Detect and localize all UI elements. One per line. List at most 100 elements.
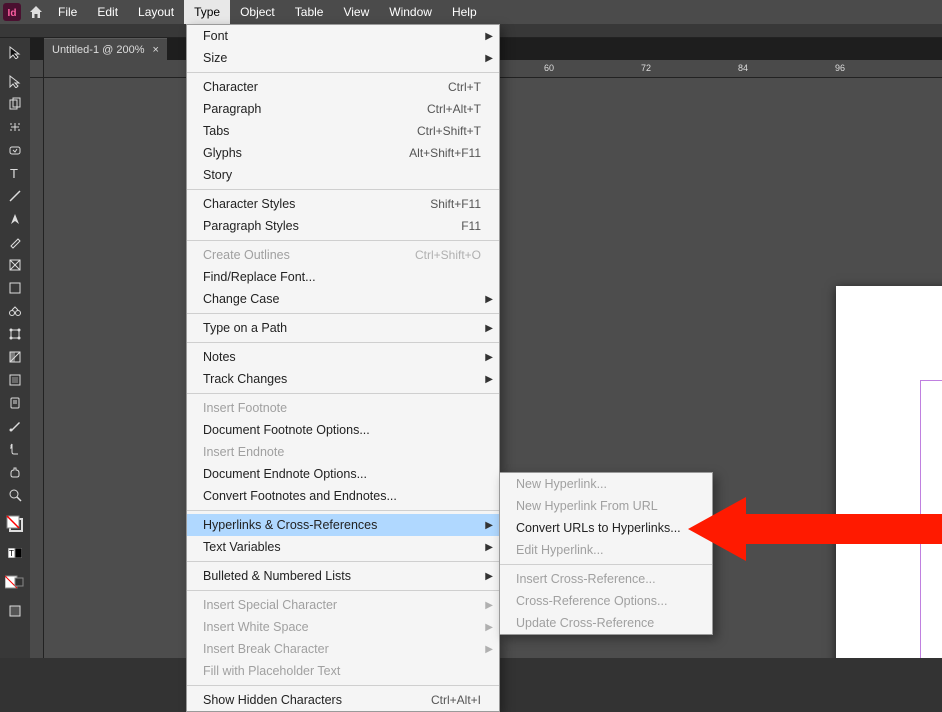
type_menu-item-text-variables[interactable]: Text Variables▶ [187,536,499,558]
type_menu-item-document-endnote-options[interactable]: Document Endnote Options... [187,463,499,485]
menu-item-label: Edit Hyperlink... [516,543,694,557]
type_menu-item-fill-with-placeholder-text: Fill with Placeholder Text [187,660,499,682]
menu-item-label: New Hyperlink From URL [516,499,694,513]
menu-item-label: Insert Cross-Reference... [516,572,694,586]
close-icon[interactable]: × [153,44,159,56]
eyedropper-tool[interactable] [1,414,29,437]
type_menu-item-glyphs[interactable]: GlyphsAlt+Shift+F11 [187,142,499,164]
type_menu-item-bulleted-numbered-lists[interactable]: Bulleted & Numbered Lists▶ [187,565,499,587]
menubar: Id FileEditLayoutTypeObjectTableViewWind… [0,0,942,24]
type_menu-item-notes[interactable]: Notes▶ [187,346,499,368]
home-icon[interactable] [24,0,48,24]
page[interactable] [836,286,942,658]
menu-table[interactable]: Table [285,0,334,24]
hyperlinks-submenu: New Hyperlink... New Hyperlink From URL Co… [499,472,713,635]
type_menu-item-type-on-a-path[interactable]: Type on a Path▶ [187,317,499,339]
menu-window[interactable]: Window [379,0,442,24]
menu-file[interactable]: File [48,0,87,24]
menu-view[interactable]: View [333,0,379,24]
menu-item-label: Paragraph [203,102,397,116]
rectangle-tool[interactable] [1,276,29,299]
type_menu-item-character[interactable]: CharacterCtrl+T [187,76,499,98]
menu-type[interactable]: Type [184,0,230,24]
menu-edit[interactable]: Edit [87,0,128,24]
fill-stroke[interactable] [1,512,29,535]
type_menu-item-show-hidden-characters[interactable]: Show Hidden CharactersCtrl+Alt+I [187,689,499,711]
measure-tool[interactable] [1,437,29,460]
sub_menu-item-insert-cross-reference: Insert Cross-Reference... [500,568,712,590]
document-tab[interactable]: Untitled-1 @ 200% × [44,38,167,60]
menu-item-label: Story [203,168,481,182]
sub_menu-item-new-hyperlink: New Hyperlink... [500,473,712,495]
type-tool[interactable]: T [1,161,29,184]
pen-tool[interactable] [1,207,29,230]
zoom-tool[interactable] [1,483,29,506]
type_menu-item-font[interactable]: Font ▶ [187,25,499,47]
direct-selection-tool[interactable] [1,69,29,92]
menu-item-shortcut: F11 [461,219,481,233]
vertical-ruler [30,78,44,658]
submenu-arrow-icon: ▶ [485,294,493,305]
menu-item-label: Type on a Path [203,321,481,335]
rectangle-frame-tool[interactable] [1,253,29,276]
type_menu-item-document-footnote-options[interactable]: Document Footnote Options... [187,419,499,441]
ruler-origin[interactable] [30,60,44,78]
menu-layout[interactable]: Layout [128,0,184,24]
formatting-affects[interactable] [1,570,29,593]
document-tab-title: Untitled-1 @ 200% [52,44,145,56]
page-tool[interactable] [1,92,29,115]
type_menu-item-insert-endnote: Insert Endnote [187,441,499,463]
screen-mode[interactable] [1,599,29,622]
type_menu-item-hyperlinks-cross-references[interactable]: Hyperlinks & Cross-References▶ [187,514,499,536]
menu-item-label: Notes [203,350,481,364]
hand-tool[interactable] [1,460,29,483]
type_menu-item-size[interactable]: Size▶ [187,47,499,69]
content-collector-tool[interactable] [1,138,29,161]
note-tool[interactable] [1,391,29,414]
type_menu-item-paragraph[interactable]: ParagraphCtrl+Alt+T [187,98,499,120]
type_menu-item-story[interactable]: Story [187,164,499,186]
type_menu-item-convert-footnotes-and-endnotes[interactable]: Convert Footnotes and Endnotes... [187,485,499,507]
type_menu-item-paragraph-styles[interactable]: Paragraph Styles F11 [187,215,499,237]
svg-text:Id: Id [8,8,17,19]
scissors-tool[interactable] [1,299,29,322]
menu-item-label: Convert URLs to Hyperlinks... [516,521,694,535]
menu-item-label: Paragraph Styles [203,219,431,233]
default-fill-stroke[interactable]: T [1,541,29,564]
submenu-arrow-icon: ▶ [485,31,493,42]
menu-item-label: Insert Endnote [203,445,481,459]
type_menu-item-track-changes[interactable]: Track Changes▶ [187,368,499,390]
svg-text:T: T [10,166,18,180]
menu-item-shortcut: Ctrl+Shift+O [415,248,481,262]
menu-help[interactable]: Help [442,0,487,24]
sub_menu-item-convert-urls-to-hyperlinks[interactable]: Convert URLs to Hyperlinks... [500,517,712,539]
submenu-arrow-icon: ▶ [485,374,493,385]
type_menu-item-tabs[interactable]: TabsCtrl+Shift+T [187,120,499,142]
free-transform-tool[interactable] [1,322,29,345]
menu-item-label: Bulleted & Numbered Lists [203,569,481,583]
line-tool[interactable] [1,184,29,207]
selection-tool[interactable] [1,40,29,63]
gradient-feather-tool[interactable] [1,368,29,391]
menu-item-label: Document Endnote Options... [203,467,481,481]
menu-item-label: Find/Replace Font... [203,270,481,284]
type_menu-item-insert-special-character: Insert Special Character▶ [187,594,499,616]
type-menu: Font▶Size▶CharacterCtrl+TParagraphCtrl+A… [186,24,500,712]
gap-tool[interactable] [1,115,29,138]
submenu-arrow-icon: ▶ [485,520,493,531]
menu-item-label: Insert Break Character [203,642,481,656]
menu-item-label: New Hyperlink... [516,477,694,491]
submenu-arrow-icon: ▶ [485,644,493,655]
type_menu-item-character-styles[interactable]: Character StylesShift+F11 [187,193,499,215]
gradient-swatch-tool[interactable] [1,345,29,368]
type_menu-item-change-case[interactable]: Change Case▶ [187,288,499,310]
type_menu-item-find-replace-font[interactable]: Find/Replace Font... [187,266,499,288]
menu-item-label: Insert Footnote [203,401,481,415]
menu-item-label: Font [203,29,481,43]
svg-text:T: T [9,549,14,558]
sub_menu-item-update-cross-reference: Update Cross-Reference [500,612,712,634]
pencil-tool[interactable] [1,230,29,253]
app-icon: Id [0,0,24,24]
menu-object[interactable]: Object [230,0,285,24]
submenu-arrow-icon: ▶ [485,53,493,64]
